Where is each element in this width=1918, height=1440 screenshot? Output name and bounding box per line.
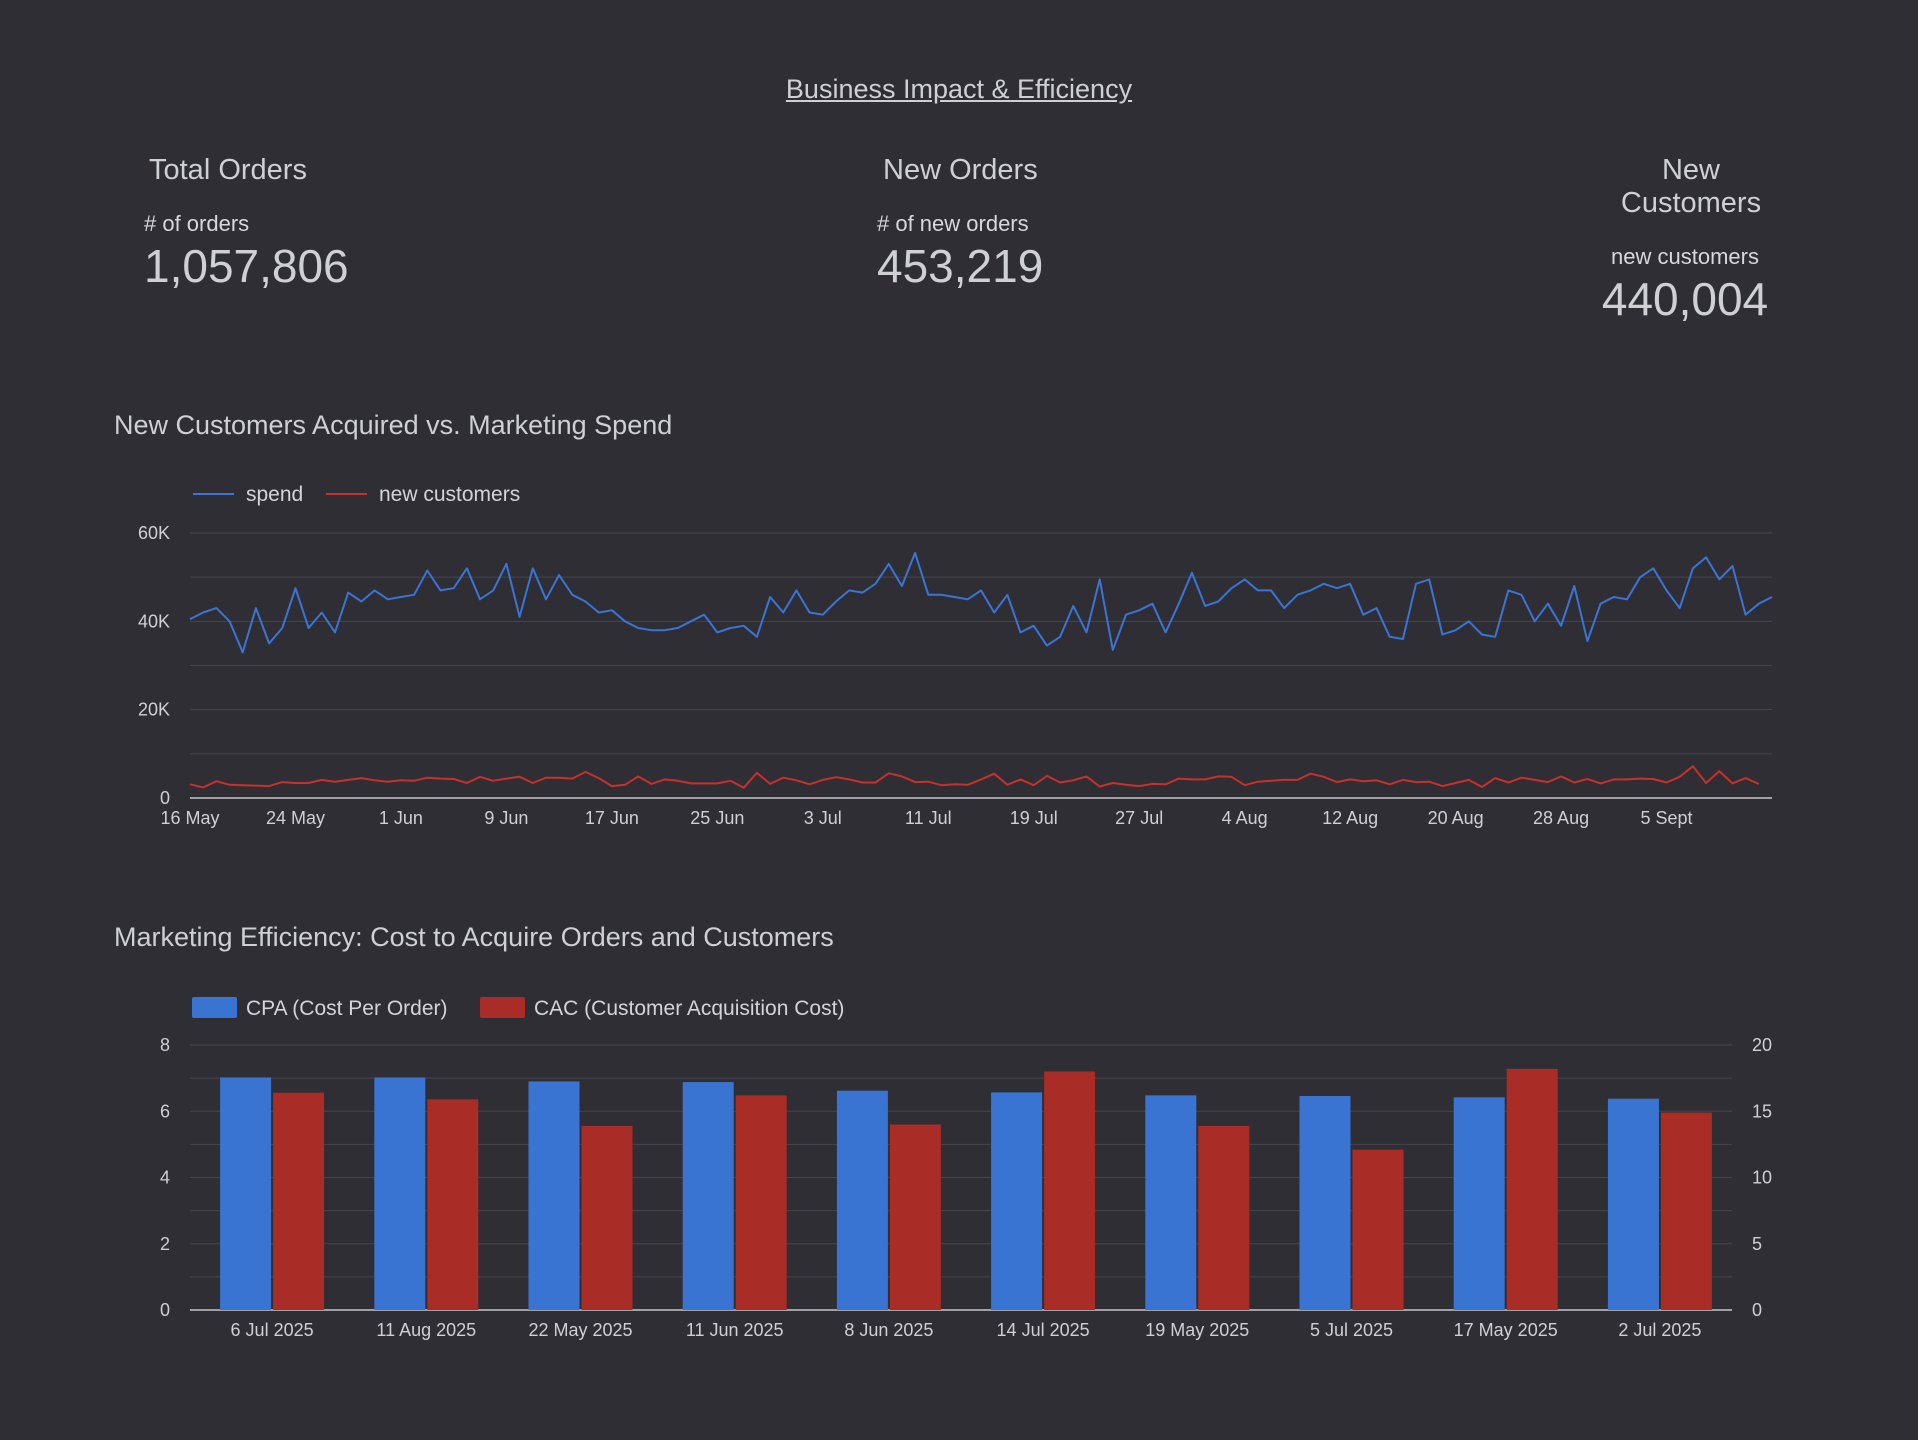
x-tick-label: 3 Jul [804,808,842,828]
x-tick-label: 27 Jul [1115,808,1163,828]
kpi-title: New Customers [1620,154,1762,219]
y-right-tick-label: 0 [1752,1300,1762,1320]
bar-cac [1198,1125,1250,1310]
bar-cac [1506,1068,1558,1310]
legend-label-new-customers: new customers [379,483,520,506]
bar-cpa [528,1081,580,1310]
bar-cac [889,1124,941,1310]
y-tick-label: 40K [138,611,170,631]
line-chart: 0 20K 40K 60K 16 May 24 May 1 Jun 9 Jun 17 Jun 25… [138,483,1773,828]
bar-cpa [374,1077,426,1310]
bar-cpa [991,1092,1043,1310]
x-tick-label: 11 Jul [905,808,952,828]
y-tick-label: 0 [160,788,170,808]
x-tick-label: 1 Jun [379,808,423,828]
x-tick-label: 28 Aug [1533,808,1589,828]
x-tick-label: 19 May 2025 [1145,1320,1249,1340]
bar-cpa [836,1090,888,1310]
x-tick-label: 11 Jun 2025 [686,1320,784,1340]
x-tick-label: 25 Jun [690,808,744,828]
bar-cpa [1453,1097,1505,1310]
legend-swatch-cpa [192,997,237,1018]
x-tick-label: 14 Jul 2025 [997,1320,1090,1340]
x-tick-label: 11 Aug 2025 [376,1320,476,1340]
x-tick-label: 20 Aug [1428,808,1484,828]
page-title: Business Impact & Efficiency [785,74,1133,104]
y-tick-label: 60K [138,523,170,543]
x-tick-label: 8 Jun 2025 [844,1320,933,1340]
bar-cac [581,1125,633,1310]
x-tick-label: 24 May [266,808,325,828]
bar-cpa [1299,1096,1351,1310]
bar-cac [427,1099,479,1310]
x-tick-label: 5 Sept [1641,808,1693,828]
x-tick-label: 16 May [160,808,219,828]
x-tick-label: 17 May 2025 [1454,1320,1558,1340]
bar-cpa [682,1082,734,1310]
legend-label-spend: spend [246,483,303,506]
kpi-title: Total Orders [149,154,307,186]
bar-cac [1660,1112,1712,1310]
spend-line [189,551,1773,654]
y-left-tick-label: 2 [160,1234,170,1254]
kpi-title: New Orders [883,154,1038,186]
x-tick-label: 19 Jul [1010,808,1058,828]
x-tick-label: 22 May 2025 [528,1320,632,1340]
bar-cac [735,1095,787,1310]
bar-cpa [1607,1098,1659,1310]
y-left-tick-label: 8 [160,1035,170,1055]
y-right-tick-label: 5 [1752,1234,1762,1254]
new-customers-line [189,765,1760,789]
legend-label-cpa: CPA (Cost Per Order) [246,997,448,1020]
kpi-new-orders: New Orders # of new orders 453,219 [877,154,1137,293]
y-right-tick-label: 15 [1752,1101,1772,1121]
bar-chart-title: Marketing Efficiency: Cost to Acquire Or… [114,922,834,952]
y-tick-label: 20K [138,700,170,720]
kpi-label: new customers [1611,244,1759,269]
kpi-value: 1,057,806 [144,240,349,292]
kpi-value: 440,004 [1601,273,1769,325]
x-tick-label: 4 Aug [1222,808,1268,828]
x-tick-label: 12 Aug [1322,808,1378,828]
y-left-tick-label: 6 [160,1101,170,1121]
y-right-tick-label: 20 [1752,1035,1772,1055]
x-tick-label: 9 Jun [484,808,528,828]
bar-cpa [1145,1095,1197,1310]
bar-chart: 0 2 4 6 8 0 5 10 15 20 6 Jul 2025 11 Aug 2025 22 May… [160,997,1772,1340]
kpi-total-orders: Total Orders # of orders 1,057,806 [144,154,404,293]
bar-cac [1044,1071,1096,1310]
x-tick-label: 2 Jul 2025 [1618,1320,1701,1340]
kpi-new-customers: New Customers new customers 440,004 [1588,154,1794,326]
x-tick-label: 6 Jul 2025 [231,1320,314,1340]
line-chart-title: New Customers Acquired vs. Marketing Spe… [114,410,673,440]
kpi-label: # of new orders [877,211,1029,236]
bar-cac [1352,1149,1404,1310]
y-right-tick-label: 10 [1752,1168,1772,1188]
bar-cac [273,1092,325,1310]
kpi-label: # of orders [144,211,250,236]
legend-label-cac: CAC (Customer Acquisition Cost) [534,997,844,1020]
x-tick-label: 17 Jun [585,808,639,828]
y-left-tick-label: 4 [160,1168,170,1188]
x-tick-label: 5 Jul 2025 [1310,1320,1393,1340]
legend-swatch-cac [480,997,525,1018]
bar-cpa [220,1077,272,1310]
y-left-tick-label: 0 [160,1300,170,1320]
kpi-value: 453,219 [877,240,1044,292]
